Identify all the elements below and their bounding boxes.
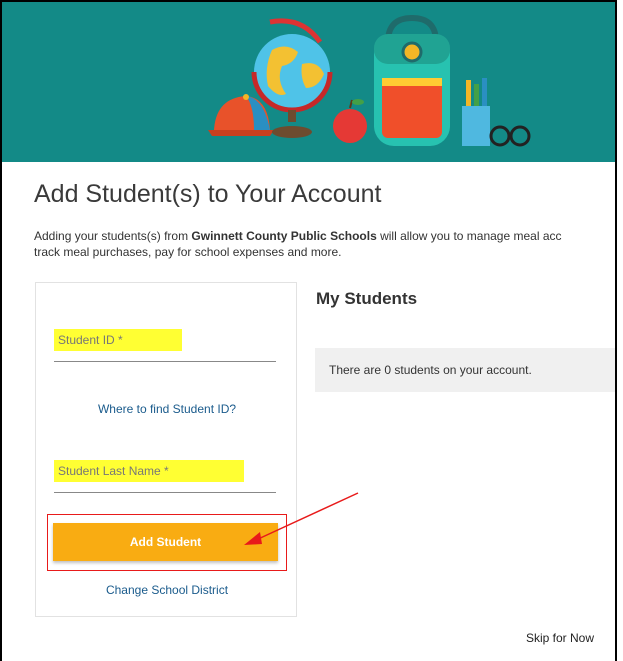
apple-icon <box>333 99 367 143</box>
pencil-cup-icon <box>462 78 490 146</box>
annotation-highlight-box <box>47 514 287 571</box>
where-to-find-id-link[interactable]: Where to find Student ID? <box>36 402 298 416</box>
empty-message: There are 0 students on your account. <box>329 363 532 377</box>
last-name-placeholder: Student Last Name * <box>54 460 244 482</box>
page-title: Add Student(s) to Your Account <box>34 180 382 208</box>
intro-line-1: Adding your students(s) from Gwinnett Co… <box>34 228 615 244</box>
intro-line-2: track meal purchases, pay for school exp… <box>34 245 342 259</box>
page-frame: Add Student(s) to Your Account Adding yo… <box>0 0 617 661</box>
change-district-link[interactable]: Change School District <box>36 583 298 597</box>
backpack-icon <box>374 14 450 146</box>
hero-illustration <box>208 14 531 147</box>
glasses-icon <box>489 125 531 147</box>
intro-suffix: will allow you to manage meal acc <box>376 229 562 243</box>
district-name: Gwinnett County Public Schools <box>191 229 377 243</box>
intro-prefix: Adding your students(s) from <box>34 229 192 243</box>
skip-for-now-link[interactable]: Skip for Now <box>526 631 594 645</box>
hero-banner <box>2 2 615 162</box>
student-id-field[interactable]: Student ID * <box>54 329 276 362</box>
my-students-heading: My Students <box>316 289 418 308</box>
students-empty-state: There are 0 students on your account. <box>315 348 615 392</box>
student-id-placeholder: Student ID * <box>54 329 182 351</box>
intro-text: Adding your students(s) from Gwinnett Co… <box>34 228 615 260</box>
last-name-field[interactable]: Student Last Name * <box>54 460 276 493</box>
